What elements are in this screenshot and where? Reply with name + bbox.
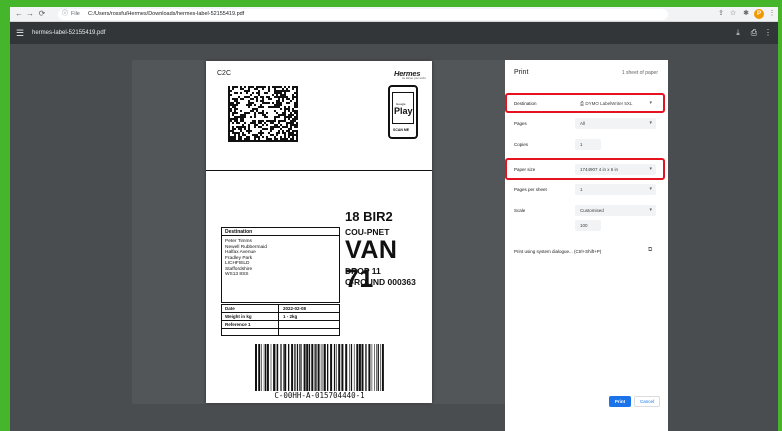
scale-value: Customised [580,208,604,213]
reference-value [280,321,339,328]
scan-me-label: SCAN ME [393,128,410,132]
blank-cell [222,329,279,335]
print-button[interactable]: Print [609,396,631,407]
scale-number-input[interactable]: 100 [575,220,601,231]
reference-label: Reference 1 [222,321,279,328]
open-external-icon[interactable]: ⧉ [648,247,652,254]
pdf-title: hermes-label-52155419.pdf [32,30,106,36]
play-label: Play [394,106,413,116]
star-icon[interactable]: ☆ [728,9,738,19]
pages-per-sheet-value: 1 [580,187,583,192]
file-scheme-label: File [71,11,80,17]
chevron-down-icon: ▾ [649,186,652,192]
table-row: Weight in kg 1 - 2kg [222,313,339,321]
table-row: Date 2022-02-08 [222,305,339,313]
label-divider [206,170,432,171]
browser-toolbar: ← → ⟳ ⓘ File C:/Users/rossfu/Hermes/Down… [10,7,778,22]
pages-value: All [580,121,586,126]
hermes-tagline: we deliver your world [402,77,426,80]
address-bar[interactable]: ⓘ File C:/Users/rossfu/Hermes/Downloads/… [58,9,668,20]
shipment-info-table: Date 2022-02-08 Weight in kg 1 - 2kg Ref… [221,304,340,336]
print-preview-area: C2C Hermes we deliver your world Google … [132,60,505,404]
barcode-number: C-00HH-A-015704440-1 [274,391,365,400]
destination-box: Destination Peter Timms Newell Rubbermai… [221,227,340,303]
scale-number: 100 [580,223,588,228]
paper-size-highlight [505,158,665,180]
more-menu-icon[interactable]: ⋮ [767,9,777,19]
print-title: Print [514,69,529,76]
share-icon[interactable]: ⇪ [716,9,726,19]
info-icon[interactable]: ⓘ [62,9,68,20]
weight-label: Weight in kg [222,313,279,320]
2d-barcode [228,86,298,142]
collection-round: C-ROUND 000363 [345,277,416,287]
destination-highlight [505,93,665,113]
pdf-toolbar: ☰ hermes-label-52155419.pdf ⤓ ⎙ ⋮ [10,22,778,44]
system-dialog-link[interactable]: Print using system dialogue... (Ctrl+Shi… [514,249,601,254]
label-preview-page: C2C Hermes we deliver your world Google … [206,61,432,403]
address-line: WS13 8SS [225,272,249,277]
chevron-down-icon: ▾ [649,120,652,126]
table-row [222,329,339,335]
copies-label: Copies [514,142,529,147]
cancel-button[interactable]: Cancel [634,396,660,407]
print-icon[interactable]: ⎙ [748,27,760,39]
back-icon[interactable]: ← [14,9,24,19]
pages-per-sheet-select[interactable]: 1 ▾ [575,184,656,195]
linear-barcode [255,344,384,391]
scale-select[interactable]: Customised ▾ [575,205,656,216]
pages-select[interactable]: All ▾ [575,118,656,129]
date-label: Date [222,305,279,312]
service-code: C2C [217,70,232,77]
phone-graphic: Google Play SCAN ME [388,85,418,139]
table-row: Reference 1 [222,321,339,329]
profile-avatar[interactable]: P [754,9,764,19]
reload-icon[interactable]: ⟳ [37,9,47,19]
pages-label: Pages [514,121,527,126]
hamburger-menu-icon[interactable]: ☰ [16,27,26,39]
print-settings-panel: Print 1 sheet of paper Destination ⎙ DYM… [505,60,668,431]
url-text[interactable]: C:/Users/rossfu/Hermes/Downloads/hermes-… [88,9,244,20]
download-icon[interactable]: ⤓ [732,27,744,39]
drop-number: DROP 11 [345,266,381,276]
copies-value: 1 [580,142,583,147]
viewer-background: C2C Hermes we deliver your world Google … [10,44,778,431]
browser-window: ← → ⟳ ⓘ File C:/Users/rossfu/Hermes/Down… [10,7,778,431]
copies-input[interactable]: 1 [575,139,601,150]
chevron-down-icon: ▾ [649,207,652,213]
date-value: 2022-02-08 [283,306,307,311]
phone-screen: Google Play [392,92,414,124]
pdf-more-icon[interactable]: ⋮ [762,27,774,39]
scale-label: Scale [514,208,526,213]
pages-per-sheet-label: Pages per sheet [514,187,547,192]
extensions-icon[interactable]: ✱ [741,9,751,19]
forward-icon[interactable]: → [25,9,35,19]
weight-value: 1 - 2kg [283,314,298,319]
destination-heading: Destination [222,228,339,236]
route-code: 18 BIR2 [345,209,393,224]
sheet-count: 1 sheet of paper [621,70,658,76]
